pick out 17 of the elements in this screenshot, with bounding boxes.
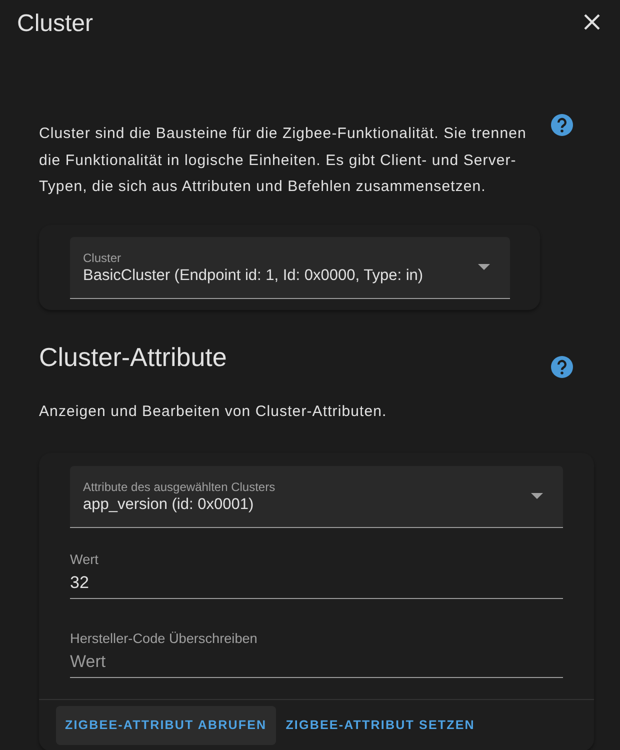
caret-icon	[531, 493, 543, 499]
dialog-title: Cluster	[17, 10, 94, 38]
help-icon[interactable]	[551, 114, 573, 136]
caret-icon	[478, 264, 490, 270]
cluster-description: Cluster sind die Bausteine für die Zigbee-Funktionalität. Sie trennen die Funktionalität in logische Einheiten. Es gibt Client- und Server-Typen, die sich aus Attributen und Befehlen zusammensetzen.	[39, 124, 528, 197]
text-button[interactable]: ZIGBEE-ATTRIBUT ABRUFEN	[56, 706, 276, 744]
attribute-select[interactable]: Attribute des ausgewählten Clusters app_version (id: 0x0001)	[70, 466, 563, 528]
text-field[interactable]: Wert	[70, 646, 563, 678]
text-button[interactable]: ZIGBEE-ATTRIBUT SETZEN	[276, 706, 484, 744]
field-label: Wert	[70, 552, 98, 568]
field-label: Hersteller-Code Überschreiben	[70, 630, 258, 646]
section-heading: Cluster-Attribute	[39, 340, 227, 372]
section-description: Anzeigen und Bearbeiten von Cluster-Attributen.	[39, 402, 387, 422]
cluster-select[interactable]: Cluster BasicCluster (Endpoint id: 1, Id: 0x0000, Type: in)	[70, 236, 510, 298]
close-icon[interactable]	[584, 14, 600, 30]
help-icon[interactable]	[551, 356, 573, 378]
text-field[interactable]: 32	[70, 568, 563, 598]
